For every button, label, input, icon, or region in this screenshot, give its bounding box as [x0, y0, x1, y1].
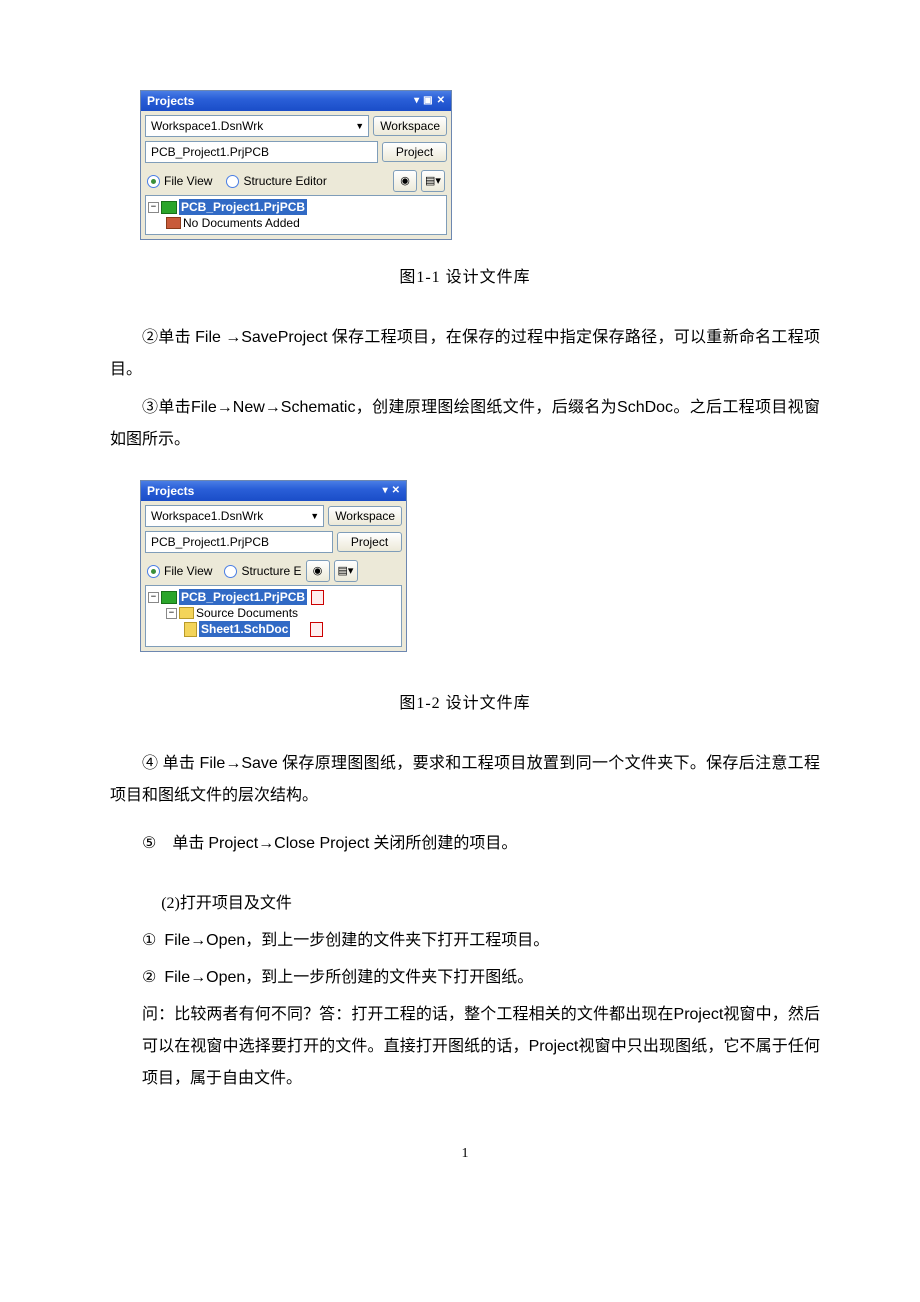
tree-nodocs-node[interactable]: No Documents Added [148, 215, 444, 231]
figure-1-2-caption: 图1-2 设计文件库 [110, 688, 820, 720]
tree-project-label: PCB_Project1.PrjPCB [179, 199, 307, 215]
document-icon-button[interactable]: ▤▾ [334, 560, 358, 582]
projects-panel-1: Projects ▾ ▣ ✕ Workspace1.DsnWrk ▼ Works… [140, 90, 452, 240]
project-button[interactable]: Project [337, 532, 402, 552]
figure-1-2: Projects ▾ ✕ Workspace1.DsnWrk ▼ Workspa… [140, 480, 820, 652]
panel-titlebar: Projects ▾ ✕ [141, 481, 406, 501]
workspace-button[interactable]: Workspace [328, 506, 402, 526]
tree-source-node[interactable]: − Source Documents [148, 605, 399, 621]
paragraph-step-2: ②单击 File →SaveProject 保存工程项目，在保存的过程中指定保存… [110, 322, 820, 386]
tree-project-label: PCB_Project1.PrjPCB [179, 589, 307, 605]
panel-titlebar: Projects ▾ ▣ ✕ [141, 91, 451, 111]
panel-title-text: Projects [147, 93, 194, 109]
tree-sheet-node[interactable]: Sheet1.SchDoc [148, 621, 399, 637]
tree-project-node[interactable]: − PCB_Project1.PrjPCB [148, 199, 444, 215]
pin-icon[interactable]: ▣ [423, 96, 432, 106]
structure-editor-label: Structure E [241, 559, 301, 583]
file-view-radio[interactable] [147, 565, 160, 578]
tree-sheet-label: Sheet1.SchDoc [199, 621, 290, 637]
tree-project-node[interactable]: − PCB_Project1.PrjPCB [148, 589, 399, 605]
project-tree[interactable]: − PCB_Project1.PrjPCB No Documents Added [145, 195, 447, 235]
structure-editor-label: Structure Editor [243, 169, 326, 193]
document-icon-button[interactable]: ▤▾ [421, 170, 445, 192]
file-view-label: File View [164, 169, 212, 193]
workspace-button[interactable]: Workspace [373, 116, 447, 136]
tree-nodocs-label: No Documents Added [183, 215, 300, 231]
modified-icon [311, 590, 324, 605]
list-item-2: ② File→Open，到上一步所创建的文件夹下打开图纸。 [110, 962, 820, 994]
project-value: PCB_Project1.PrjPCB [151, 145, 269, 159]
project-icon [161, 591, 177, 604]
project-value: PCB_Project1.PrjPCB [151, 535, 269, 549]
figure-1-1-caption: 图1-1 设计文件库 [110, 262, 820, 294]
tree-source-label: Source Documents [196, 605, 298, 621]
close-icon[interactable]: ✕ [437, 96, 445, 106]
tree-expander-icon[interactable]: − [148, 202, 159, 213]
folder-icon [166, 217, 181, 229]
dropdown-icon[interactable]: ▾ [414, 96, 419, 106]
workspace-value: Workspace1.DsnWrk [151, 119, 263, 133]
project-field[interactable]: PCB_Project1.PrjPCB [145, 141, 378, 163]
schematic-icon [184, 622, 197, 637]
page-number: 1 [110, 1140, 820, 1168]
document-page: Projects ▾ ▣ ✕ Workspace1.DsnWrk ▼ Works… [0, 0, 920, 1302]
tree-expander-icon[interactable]: − [166, 608, 177, 619]
paragraph-step-3: ③单击File→New→Schematic，创建原理图绘图纸文件，后缀名为Sch… [110, 392, 820, 456]
file-view-label: File View [164, 559, 212, 583]
tree-expander-icon[interactable]: − [148, 592, 159, 603]
paragraph-step-5: ⑤ 单击 Project→Close Project 关闭所创建的项目。 [110, 828, 820, 860]
projects-panel-2: Projects ▾ ✕ Workspace1.DsnWrk ▼ Workspa… [140, 480, 407, 652]
paragraph-step-4: ④ 单击 File→Save 保存原理图图纸，要求和工程项目放置到同一个文件夹下… [110, 748, 820, 812]
folder-icon [179, 607, 194, 619]
section-2-heading: (2)打开项目及文件 [110, 888, 820, 920]
modified-icon [310, 622, 323, 637]
workspace-dropdown[interactable]: Workspace1.DsnWrk ▼ [145, 115, 369, 137]
chevron-down-icon: ▼ [355, 119, 364, 133]
close-icon[interactable]: ✕ [392, 486, 400, 496]
project-tree[interactable]: − PCB_Project1.PrjPCB − Source Documents… [145, 585, 402, 647]
project-field[interactable]: PCB_Project1.PrjPCB [145, 531, 333, 553]
workspace-value: Workspace1.DsnWrk [151, 509, 263, 523]
workspace-dropdown[interactable]: Workspace1.DsnWrk ▼ [145, 505, 324, 527]
figure-1-1: Projects ▾ ▣ ✕ Workspace1.DsnWrk ▼ Works… [140, 90, 820, 240]
qa-paragraph: 问：比较两者有何不同？答：打开工程的话，整个工程相关的文件都出现在Project… [110, 999, 820, 1095]
project-button[interactable]: Project [382, 142, 447, 162]
structure-editor-radio[interactable] [226, 175, 239, 188]
file-view-radio[interactable] [147, 175, 160, 188]
chevron-down-icon: ▼ [310, 509, 319, 523]
structure-editor-radio[interactable] [224, 565, 237, 578]
list-item-1: ① File→Open，到上一步创建的文件夹下打开工程项目。 [110, 925, 820, 957]
refresh-icon-button[interactable]: ◉ [393, 170, 417, 192]
project-icon [161, 201, 177, 214]
panel-title-text: Projects [147, 483, 194, 499]
refresh-icon-button[interactable]: ◉ [306, 560, 330, 582]
dropdown-icon[interactable]: ▾ [383, 486, 388, 496]
